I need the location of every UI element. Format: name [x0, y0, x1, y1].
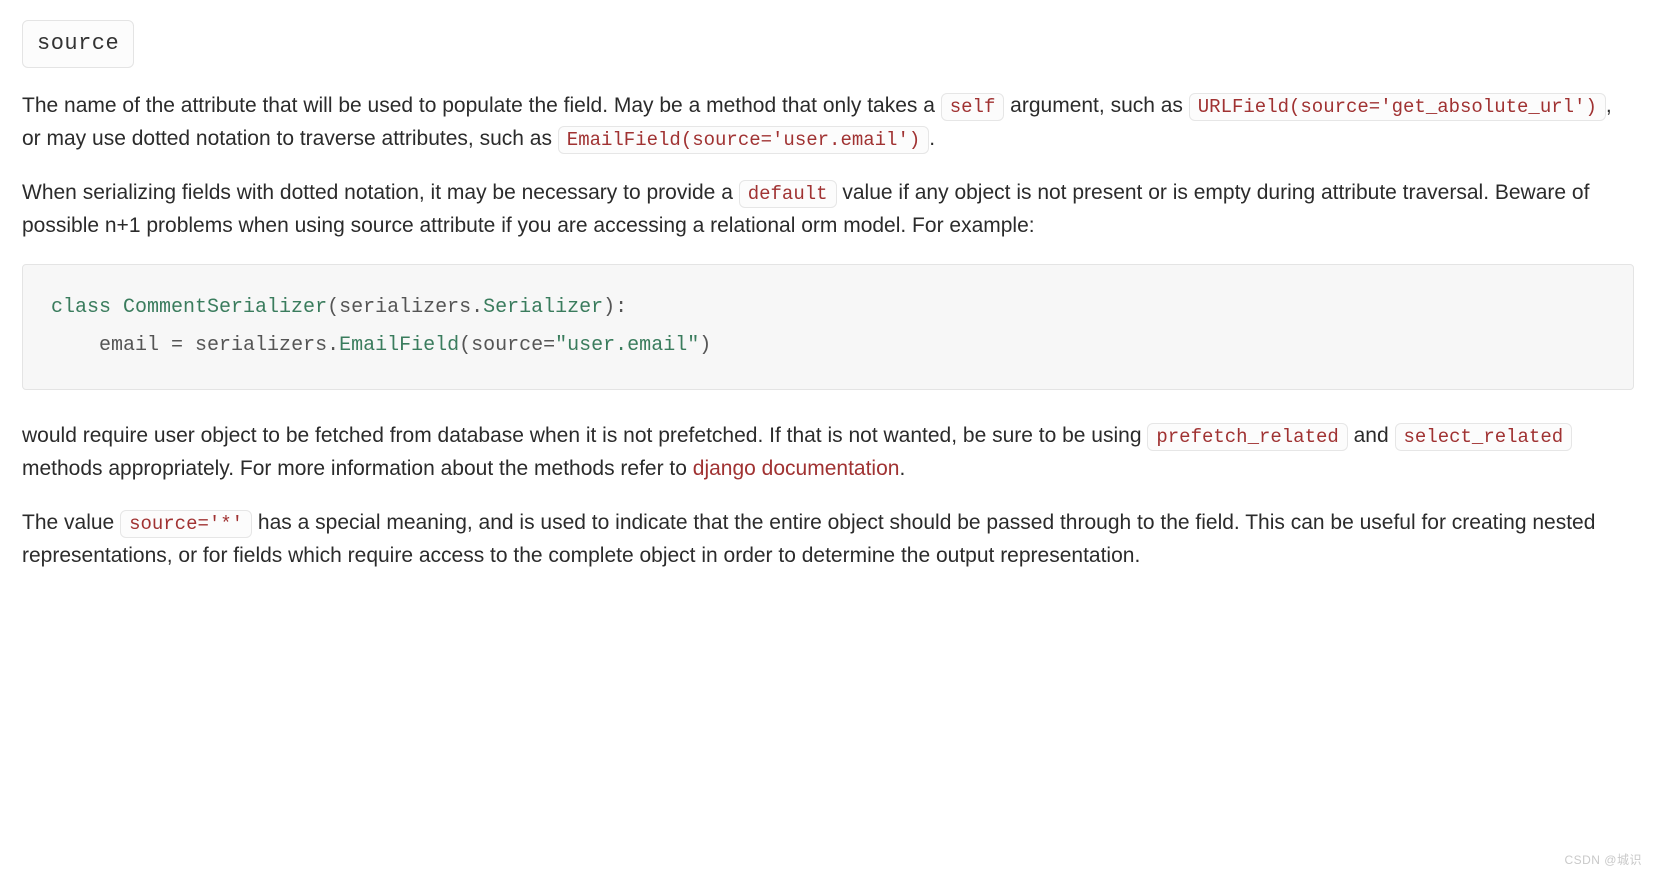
text: The value: [22, 511, 120, 534]
code-punc: ): [699, 334, 711, 357]
text: .: [899, 457, 905, 480]
code-punc: (: [327, 296, 339, 319]
code-keyword: class: [51, 296, 111, 319]
django-documentation-link[interactable]: django documentation: [693, 457, 900, 480]
code-name: serializers: [195, 334, 327, 357]
paragraph-4: The value source='*' has a special meani…: [22, 507, 1634, 572]
section-heading: source: [22, 20, 134, 68]
code-indent: [51, 334, 99, 357]
text: has a special meaning, and is used to in…: [22, 511, 1595, 567]
code-name: email: [99, 334, 159, 357]
text: argument, such as: [1004, 94, 1188, 117]
code-class-name: EmailField: [339, 334, 459, 357]
paragraph-1: The name of the attribute that will be u…: [22, 90, 1634, 155]
code-class-name: CommentSerializer: [123, 296, 327, 319]
code-punc: .: [327, 334, 339, 357]
code-op: =: [159, 334, 195, 357]
text: .: [929, 127, 935, 150]
code-string: "user.email": [555, 334, 699, 357]
watermark: CSDN @城识: [1564, 851, 1642, 870]
text: and: [1348, 424, 1395, 447]
inline-code-prefetch-related: prefetch_related: [1147, 423, 1347, 451]
inline-code-self: self: [941, 93, 1005, 121]
text: methods appropriately. For more informat…: [22, 457, 693, 480]
code-class-name: Serializer: [483, 296, 603, 319]
code-punc: .: [471, 296, 483, 319]
code-punc: (: [459, 334, 471, 357]
code-op: =: [543, 334, 555, 357]
inline-code-source-star: source='*': [120, 510, 252, 538]
text: The name of the attribute that will be u…: [22, 94, 941, 117]
code-block: class CommentSerializer(serializers.Seri…: [22, 264, 1634, 390]
text: When serializing fields with dotted nota…: [22, 181, 739, 204]
inline-code-default: default: [739, 180, 837, 208]
inline-code-emailfield: EmailField(source='user.email'): [558, 126, 929, 154]
code-punc: ):: [603, 296, 627, 319]
inline-code-select-related: select_related: [1395, 423, 1573, 451]
text: would require user object to be fetched …: [22, 424, 1147, 447]
code-name: serializers: [339, 296, 471, 319]
paragraph-2: When serializing fields with dotted nota…: [22, 177, 1634, 242]
inline-code-urlfield: URLField(source='get_absolute_url'): [1189, 93, 1606, 121]
code-name: source: [471, 334, 543, 357]
paragraph-3: would require user object to be fetched …: [22, 420, 1634, 485]
